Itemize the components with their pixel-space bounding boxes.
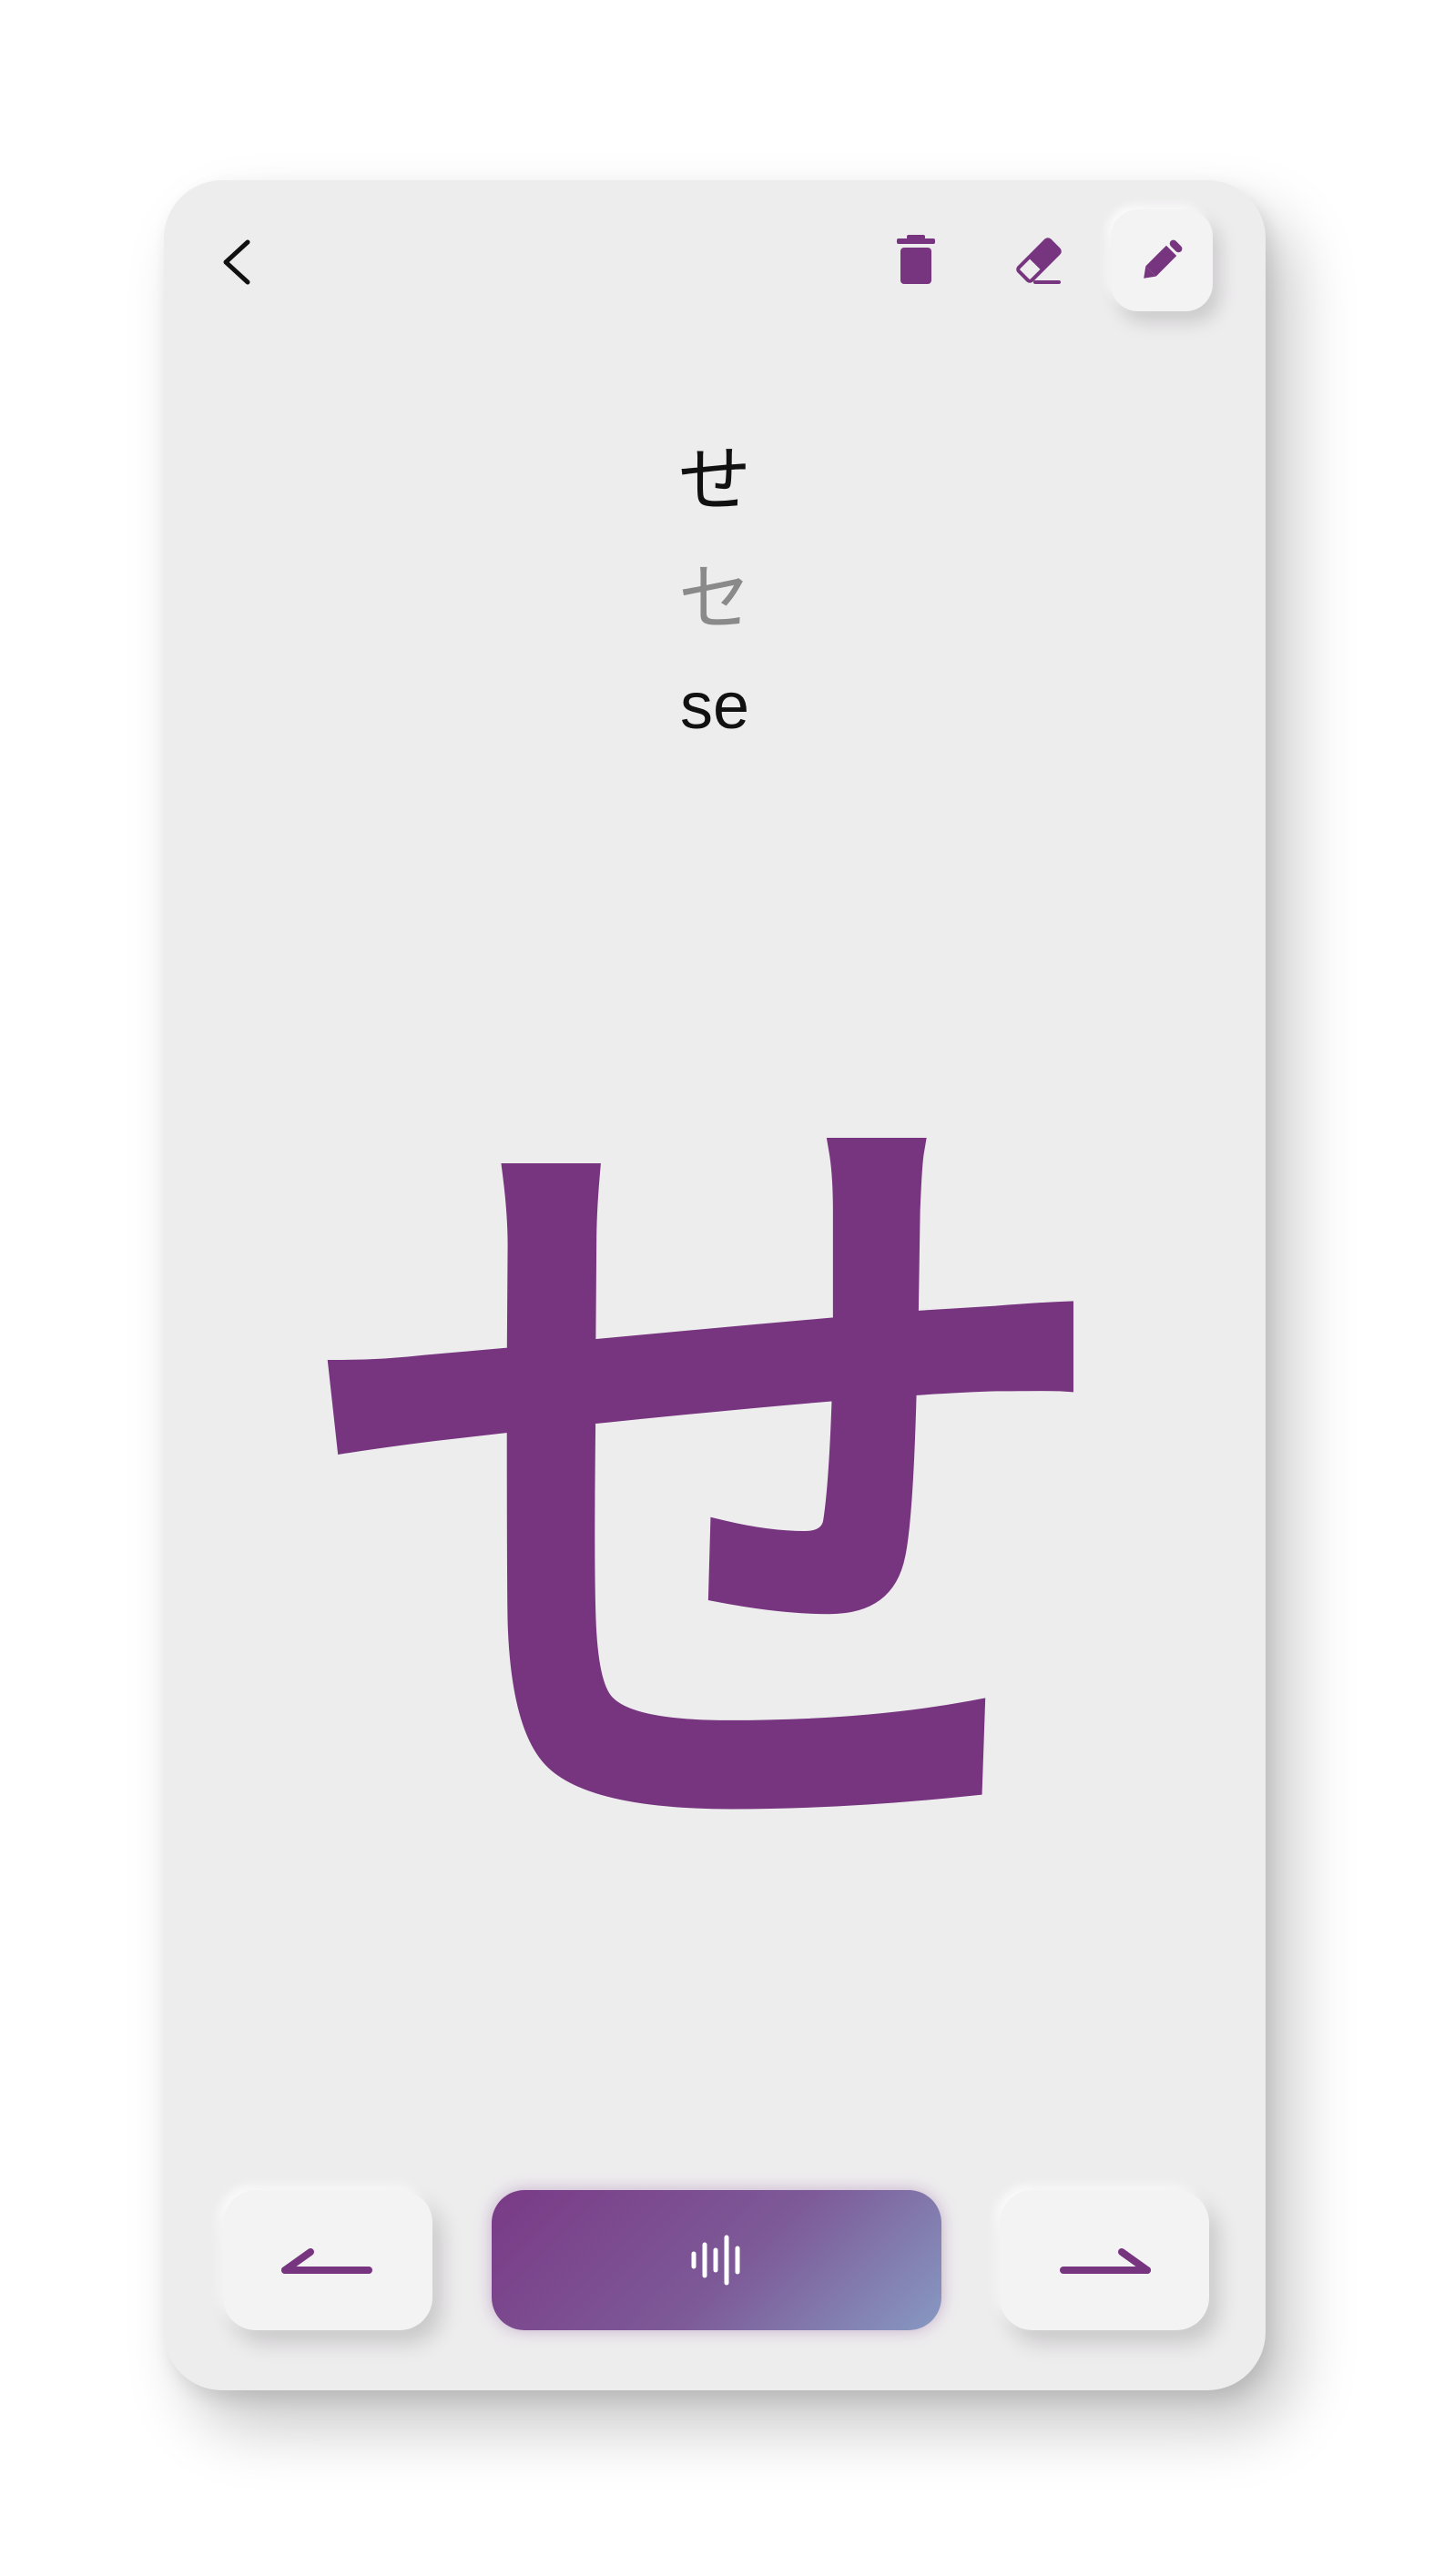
katakana-label: セ — [678, 556, 751, 641]
drawing-canvas-glyph[interactable]: せ — [164, 1090, 1266, 1910]
hiragana-label: せ — [678, 438, 751, 522]
delete-button[interactable] — [865, 209, 967, 311]
pencil-icon — [1144, 239, 1183, 279]
chevron-left-icon — [223, 239, 250, 285]
practice-card: せ セ se せ — [164, 180, 1266, 2390]
arrow-right-icon — [1060, 2248, 1151, 2274]
trash-icon — [897, 235, 935, 284]
waveform-icon — [691, 2235, 740, 2286]
previous-button[interactable] — [223, 2190, 432, 2330]
next-button[interactable] — [1000, 2190, 1209, 2330]
erase-button[interactable] — [988, 209, 1090, 311]
romaji-label: se — [679, 670, 750, 743]
back-button[interactable] — [200, 226, 273, 299]
pen-button[interactable] — [1111, 209, 1213, 311]
eraser-icon — [1016, 238, 1062, 284]
play-audio-button[interactable] — [492, 2190, 941, 2330]
arrow-left-icon — [281, 2248, 372, 2274]
